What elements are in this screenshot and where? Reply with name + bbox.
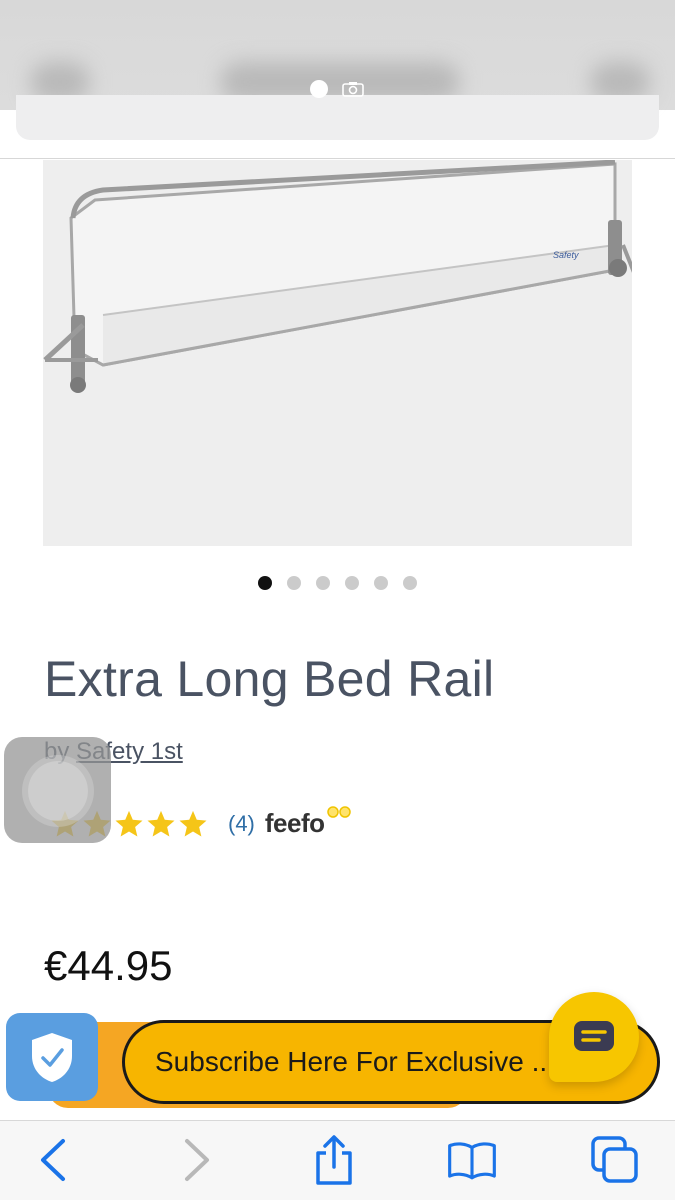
address-bar[interactable] xyxy=(16,95,659,140)
assistive-touch-icon xyxy=(28,761,88,821)
indicator-dot xyxy=(310,80,328,98)
star-icon xyxy=(115,810,143,836)
book-icon xyxy=(448,1142,496,1180)
carousel-dot[interactable] xyxy=(258,576,272,590)
camera-indicator xyxy=(310,80,364,98)
forward-button[interactable] xyxy=(172,1135,222,1185)
product-price: €44.95 xyxy=(44,942,173,989)
chat-button[interactable] xyxy=(549,992,639,1082)
star-icon xyxy=(179,810,207,836)
bookmarks-button[interactable] xyxy=(447,1135,497,1185)
bed-rail-illustration: Safety xyxy=(43,160,632,393)
carousel-dot[interactable] xyxy=(316,576,330,590)
carousel-dot[interactable] xyxy=(287,576,301,590)
share-icon xyxy=(316,1135,352,1185)
browser-toolbar xyxy=(0,1120,675,1200)
image-brand-logo: Safety xyxy=(553,250,579,260)
review-count[interactable]: (4) xyxy=(228,811,255,837)
feefo-logo[interactable]: feefo xyxy=(264,806,351,839)
carousel-dot[interactable] xyxy=(403,576,417,590)
share-button[interactable] xyxy=(309,1135,359,1185)
product-title: Extra Long Bed Rail xyxy=(44,651,495,707)
chevron-right-icon xyxy=(185,1139,209,1181)
carousel-dot[interactable] xyxy=(345,576,359,590)
back-button[interactable] xyxy=(28,1135,78,1185)
security-badge[interactable] xyxy=(6,1013,98,1101)
tabs-button[interactable] xyxy=(590,1135,640,1185)
feefo-eyes-icon xyxy=(326,806,351,818)
product-image[interactable]: Safety xyxy=(43,160,632,546)
star-icon xyxy=(147,810,175,836)
image-carousel-dots[interactable] xyxy=(258,576,417,590)
chat-icon xyxy=(574,1021,614,1051)
header-divider xyxy=(0,158,675,159)
feefo-logo-text: feefo xyxy=(264,808,325,838)
shield-check-icon xyxy=(32,1033,72,1082)
tabs-icon xyxy=(591,1136,638,1183)
camera-icon xyxy=(342,82,364,97)
chevron-left-icon xyxy=(41,1139,65,1181)
carousel-dot[interactable] xyxy=(374,576,388,590)
subscribe-text: Subscribe Here For Exclusive ... xyxy=(155,1046,555,1077)
assistive-touch-button[interactable] xyxy=(4,737,111,843)
